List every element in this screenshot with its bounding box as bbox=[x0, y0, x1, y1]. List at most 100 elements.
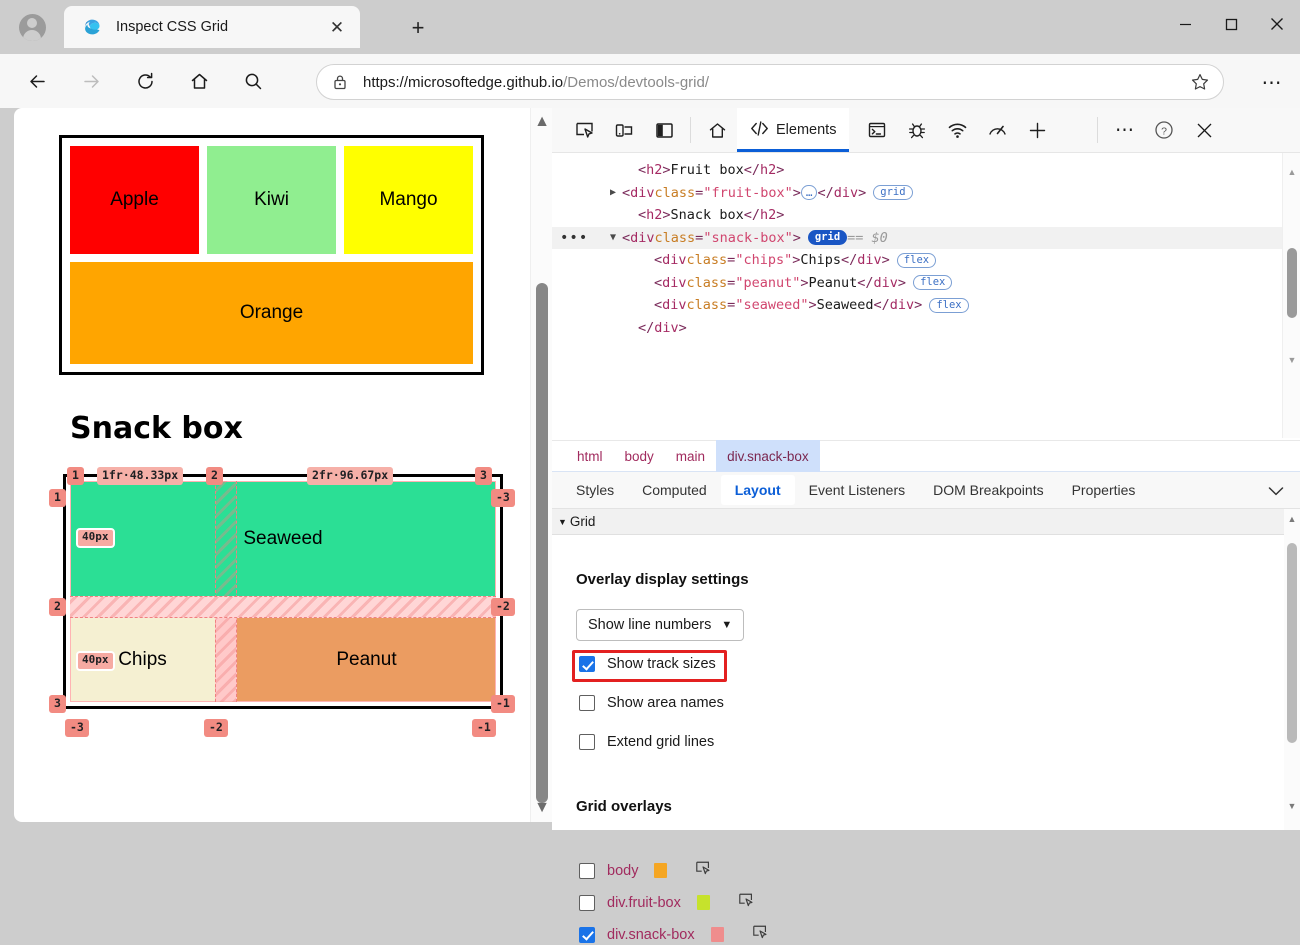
maximize-button[interactable] bbox=[1208, 0, 1254, 48]
search-icon[interactable] bbox=[234, 62, 272, 100]
page-scroll-down-icon[interactable]: ▼ bbox=[531, 798, 553, 818]
display-type-badge-flex[interactable]: flex bbox=[929, 298, 968, 313]
tab-layout[interactable]: Layout bbox=[721, 475, 795, 505]
dom-tree-row[interactable]: </div> bbox=[552, 317, 1300, 340]
minimize-button[interactable] bbox=[1162, 0, 1208, 48]
profile-button[interactable] bbox=[10, 8, 54, 46]
dom-tree-scrollbar[interactable]: ▲ ▼ bbox=[1282, 153, 1300, 438]
breadcrumb-item-body[interactable]: body bbox=[614, 440, 665, 472]
inspect-element-icon[interactable] bbox=[564, 110, 604, 150]
home-icon[interactable] bbox=[180, 62, 218, 100]
checkbox-overlay-fruit-box[interactable] bbox=[579, 895, 595, 911]
reload-button[interactable] bbox=[126, 62, 164, 100]
breadcrumb-item-div-snack-box[interactable]: div.snack-box bbox=[716, 440, 820, 472]
grid-row-track-size-2: 40px bbox=[76, 651, 115, 671]
tab-computed[interactable]: Computed bbox=[628, 475, 721, 505]
dom-tree-row[interactable]: •••▼<div class="snack-box">grid == $0 bbox=[552, 227, 1300, 250]
breadcrumb-item-main[interactable]: main bbox=[665, 440, 716, 472]
plus-icon[interactable] bbox=[1017, 110, 1057, 150]
dom-token: class bbox=[687, 275, 728, 291]
dom-scroll-up-icon[interactable]: ▲ bbox=[1283, 163, 1300, 181]
select-element-icon-body[interactable] bbox=[695, 860, 712, 881]
row-options-icon[interactable]: ••• bbox=[560, 230, 588, 246]
layout-scroll-down-icon[interactable]: ▼ bbox=[1284, 798, 1300, 814]
dom-tree-row[interactable]: <div class="seaweed">Seaweed</div>flex bbox=[552, 294, 1300, 317]
dom-token: Snack box bbox=[671, 207, 744, 223]
checkbox-overlay-snack-box[interactable] bbox=[579, 927, 595, 943]
tab-elements-label: Elements bbox=[776, 122, 836, 138]
dom-token: > bbox=[800, 275, 808, 291]
tab-event-listeners[interactable]: Event Listeners bbox=[795, 475, 920, 505]
home-icon[interactable] bbox=[697, 110, 737, 150]
forward-button[interactable] bbox=[72, 62, 110, 100]
overlay-name-fruit-box: div.fruit-box bbox=[607, 895, 681, 911]
close-window-button[interactable] bbox=[1254, 0, 1300, 48]
page-scroll-up-icon[interactable]: ▲ bbox=[531, 112, 553, 132]
display-type-badge-grid[interactable]: grid bbox=[808, 230, 847, 245]
tab-styles[interactable]: Styles bbox=[562, 475, 628, 505]
page-viewport: Fruit box Apple Kiwi Mango Orange Snack … bbox=[14, 108, 552, 822]
dom-tree-row[interactable]: <h2>Fruit box</h2> bbox=[552, 159, 1300, 182]
help-icon[interactable]: ? bbox=[1144, 110, 1184, 150]
dom-tree-row[interactable]: <h2>Snack box</h2> bbox=[552, 204, 1300, 227]
display-type-badge-flex[interactable]: flex bbox=[913, 275, 952, 290]
browser-tab[interactable]: Inspect CSS Grid ✕ bbox=[64, 6, 360, 48]
grid-overlay-row-fruit-box[interactable]: div.fruit-box bbox=[579, 892, 755, 913]
select-element-icon-fruit-box[interactable] bbox=[738, 892, 755, 913]
dom-scroll-down-icon[interactable]: ▼ bbox=[1283, 351, 1300, 369]
chevron-down-icon[interactable] bbox=[1264, 480, 1288, 502]
devtools-more-button[interactable]: ⋯ bbox=[1104, 110, 1144, 150]
expand-triangle-closed-icon[interactable]: ▶ bbox=[610, 187, 622, 198]
grid-overlay-row-snack-box[interactable]: div.snack-box bbox=[579, 924, 769, 945]
grid-col-line-3: 3 bbox=[475, 467, 492, 485]
checkbox-show-track-sizes[interactable]: Show track sizes bbox=[579, 656, 716, 672]
checkbox-box-show-track-sizes[interactable] bbox=[579, 656, 595, 672]
favorite-star-icon[interactable] bbox=[1185, 67, 1215, 97]
checkbox-overlay-body[interactable] bbox=[579, 863, 595, 879]
page-scrollbar[interactable]: ▲ ▼ bbox=[530, 108, 552, 822]
tab-dom-breakpoints[interactable]: DOM Breakpoints bbox=[919, 475, 1057, 505]
debugger-bug-icon[interactable] bbox=[897, 110, 937, 150]
dom-tree-row[interactable]: <div class="peanut">Peanut</div>flex bbox=[552, 272, 1300, 295]
layout-panel-scrollbar[interactable]: ▲ ▼ bbox=[1284, 509, 1300, 830]
layout-scroll-thumb[interactable] bbox=[1287, 543, 1297, 743]
checkbox-box-extend-grid-lines[interactable] bbox=[579, 734, 595, 750]
close-devtools-icon[interactable] bbox=[1184, 110, 1224, 150]
breadcrumb-item-html[interactable]: html bbox=[566, 440, 614, 472]
network-wifi-icon[interactable] bbox=[937, 110, 977, 150]
dom-token: div bbox=[857, 252, 881, 268]
checkbox-show-area-names[interactable]: Show area names bbox=[579, 695, 724, 711]
expand-triangle-open-icon[interactable]: ▼ bbox=[610, 232, 622, 243]
tab-properties[interactable]: Properties bbox=[1058, 475, 1150, 505]
dom-tree-row[interactable]: <div class="chips">Chips</div>flex bbox=[552, 249, 1300, 272]
expand-children-ellipsis-icon[interactable]: … bbox=[801, 185, 818, 200]
checkbox-box-show-area-names[interactable] bbox=[579, 695, 595, 711]
dom-tree[interactable]: <h2>Fruit box</h2>▶<div class="fruit-box… bbox=[552, 153, 1300, 438]
address-bar[interactable]: https://microsoftedge.github.io/Demos/de… bbox=[316, 64, 1224, 100]
checkbox-extend-grid-lines[interactable]: Extend grid lines bbox=[579, 734, 714, 750]
dom-tree-row[interactable]: ▶<div class="fruit-box">…</div>grid bbox=[552, 182, 1300, 205]
console-icon[interactable] bbox=[857, 110, 897, 150]
dom-token: > bbox=[679, 320, 687, 336]
line-numbers-select[interactable]: Show line numbers ▼ bbox=[576, 609, 744, 641]
page-scroll-thumb[interactable] bbox=[536, 283, 548, 803]
checkbox-label-show-area-names: Show area names bbox=[607, 695, 724, 711]
dom-scroll-thumb[interactable] bbox=[1287, 248, 1297, 318]
grid-col-line-neg3: -3 bbox=[65, 719, 89, 737]
device-emulation-icon[interactable] bbox=[604, 110, 644, 150]
display-type-badge-grid[interactable]: grid bbox=[873, 185, 912, 200]
display-type-badge-flex[interactable]: flex bbox=[897, 253, 936, 268]
close-tab-icon[interactable]: ✕ bbox=[324, 14, 350, 40]
select-element-icon-snack-box[interactable] bbox=[752, 924, 769, 945]
tab-elements[interactable]: Elements bbox=[737, 108, 849, 152]
new-tab-button[interactable]: + bbox=[396, 12, 440, 44]
overlay-color-swatch-body bbox=[654, 863, 667, 878]
dock-side-icon[interactable] bbox=[644, 110, 684, 150]
performance-gauge-icon[interactable] bbox=[977, 110, 1017, 150]
browser-settings-button[interactable]: ⋯ bbox=[1254, 66, 1290, 98]
layout-scroll-up-icon[interactable]: ▲ bbox=[1284, 511, 1300, 527]
grid-section-header[interactable]: ▼ Grid bbox=[552, 509, 1300, 535]
back-button[interactable] bbox=[18, 62, 56, 100]
grid-overlay-row-body[interactable]: body bbox=[579, 860, 712, 881]
dom-token: < bbox=[654, 275, 662, 291]
